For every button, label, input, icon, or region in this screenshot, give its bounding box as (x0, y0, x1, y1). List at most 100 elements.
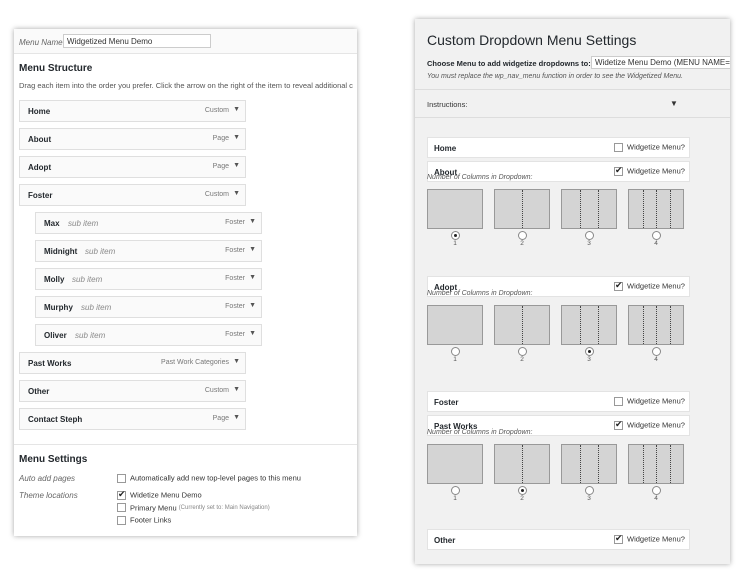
column-layout-preview[interactable] (628, 189, 684, 229)
chevron-down-icon[interactable]: ▼ (249, 274, 256, 281)
column-divider (656, 190, 657, 228)
radio-icon[interactable] (451, 486, 460, 495)
menu-item-type: Page (212, 163, 229, 170)
column-option-4[interactable]: 4 (628, 444, 684, 502)
menu-item-midnight[interactable]: Midnight sub item Foster ▼ (35, 240, 262, 262)
column-layout-preview[interactable] (628, 305, 684, 345)
checkbox-icon[interactable] (117, 473, 126, 483)
widgetize-item-home: Home Widgetize Menu? (427, 137, 690, 158)
chevron-down-icon[interactable]: ▼ (233, 414, 240, 421)
chevron-down-icon[interactable]: ▼ (249, 330, 256, 337)
column-option-1[interactable]: 1 (427, 189, 483, 247)
checkbox-icon[interactable] (117, 489, 126, 500)
column-layout-preview[interactable] (427, 444, 483, 484)
radio-icon[interactable] (451, 347, 460, 356)
menu-item-about[interactable]: About Page ▼ (19, 128, 246, 150)
column-layout-preview[interactable] (427, 305, 483, 345)
column-option-4[interactable]: 4 (628, 189, 684, 247)
column-option-1[interactable]: 1 (427, 444, 483, 502)
widgetize-toggle[interactable]: Widgetize Menu? (614, 165, 685, 176)
theme-location-option[interactable]: Widetize Menu Demo (117, 489, 202, 501)
radio-icon[interactable] (585, 231, 594, 240)
radio-icon[interactable] (518, 347, 527, 356)
chevron-down-icon[interactable]: ▼ (670, 99, 678, 108)
chevron-down-icon[interactable]: ▼ (233, 162, 240, 169)
checkbox-icon[interactable] (614, 142, 623, 152)
menu-item-murphy[interactable]: Murphy sub item Foster ▼ (35, 296, 262, 318)
checkbox-icon[interactable] (614, 396, 623, 406)
menu-item-home[interactable]: Home Custom ▼ (19, 100, 246, 122)
menu-item-molly[interactable]: Molly sub item Foster ▼ (35, 268, 262, 290)
checkbox-icon[interactable] (614, 280, 623, 291)
column-option-3[interactable]: 3 (561, 444, 617, 502)
column-layout-preview[interactable] (494, 189, 550, 229)
menu-item-other[interactable]: Other Custom ▼ (19, 380, 246, 402)
column-layout-preview[interactable] (494, 444, 550, 484)
checkbox-icon[interactable] (117, 515, 126, 525)
chevron-down-icon[interactable]: ▼ (249, 246, 256, 253)
instructions-toggle[interactable]: Instructions: (427, 100, 467, 109)
radio-icon[interactable] (585, 347, 594, 356)
chevron-down-icon[interactable]: ▼ (233, 190, 240, 197)
sub-item-label: sub item (75, 331, 106, 340)
menu-name-input[interactable]: Widgetized Menu Demo (63, 34, 211, 48)
column-number: 4 (654, 356, 658, 363)
column-layout-preview[interactable] (494, 305, 550, 345)
column-option-3[interactable]: 3 (561, 305, 617, 363)
column-option-3[interactable]: 3 (561, 189, 617, 247)
checkbox-icon[interactable] (117, 503, 126, 513)
chevron-down-icon[interactable]: ▼ (233, 106, 240, 113)
radio-icon[interactable] (652, 231, 661, 240)
menu-item-foster[interactable]: Foster Custom ▼ (19, 184, 246, 206)
auto-add-option[interactable]: Automatically add new top-level pages to… (117, 473, 301, 484)
column-layout-preview[interactable] (561, 189, 617, 229)
widgetize-toggle[interactable]: Widgetize Menu? (614, 280, 685, 291)
theme-location-option[interactable]: Footer Links (117, 515, 171, 526)
checkbox-icon[interactable] (614, 165, 623, 176)
auto-add-label: Auto add pages (19, 474, 76, 483)
radio-icon[interactable] (652, 486, 661, 495)
column-layout-preview[interactable] (628, 444, 684, 484)
column-option-1[interactable]: 1 (427, 305, 483, 363)
column-divider (642, 190, 644, 228)
chevron-down-icon[interactable]: ▼ (233, 386, 240, 393)
chevron-down-icon[interactable]: ▼ (249, 302, 256, 309)
menu-item-adopt[interactable]: Adopt Page ▼ (19, 156, 246, 178)
menu-item-type: Custom (204, 387, 229, 394)
menu-structure-title: Menu Structure (19, 63, 93, 74)
widgetize-item-other: Other Widgetize Menu? (427, 529, 690, 550)
column-layout-preview[interactable] (427, 189, 483, 229)
theme-location-option[interactable]: Primary Menu (Currently set to: Main Navi… (117, 503, 270, 514)
checkbox-icon[interactable] (614, 419, 623, 430)
chevron-down-icon[interactable]: ▼ (233, 134, 240, 141)
choose-menu-label: Choose Menu to add widgetize dropdowns t… (427, 59, 591, 68)
menu-editor-panel: Menu Name Widgetized Menu Demo Menu Stru… (14, 29, 357, 536)
chevron-down-icon[interactable]: ▼ (233, 358, 240, 365)
radio-icon[interactable] (585, 486, 594, 495)
menu-item-past-works[interactable]: Past Works Past Work Categories ▼ (19, 352, 246, 374)
column-option-2[interactable]: 2 (494, 444, 550, 502)
widgetize-toggle[interactable]: Widgetize Menu? (614, 533, 685, 544)
auto-add-text: Automatically add new top-level pages to… (130, 473, 301, 483)
column-number: 2 (520, 240, 524, 247)
column-layout-preview[interactable] (561, 305, 617, 345)
column-option-2[interactable]: 2 (494, 189, 550, 247)
column-option-2[interactable]: 2 (494, 305, 550, 363)
menu-item-contact-steph[interactable]: Contact Steph Page ▼ (19, 408, 246, 430)
menu-item-oliver[interactable]: Oliver sub item Foster ▼ (35, 324, 262, 346)
chevron-down-icon[interactable]: ▼ (249, 218, 256, 225)
checkbox-icon[interactable] (614, 533, 623, 544)
widgetize-toggle[interactable]: Widgetize Menu? (614, 396, 685, 406)
column-layout-preview[interactable] (561, 444, 617, 484)
radio-icon[interactable] (518, 486, 527, 495)
widgetize-toggle[interactable]: Widgetize Menu? (614, 419, 685, 430)
radio-icon[interactable] (451, 231, 460, 240)
radio-icon[interactable] (518, 231, 527, 240)
replace-function-note: You must replace the wp_nav_menu functio… (427, 73, 683, 80)
column-option-4[interactable]: 4 (628, 305, 684, 363)
menu-item-max[interactable]: Max sub item Foster ▼ (35, 212, 262, 234)
theme-location-label: Widetize Menu Demo (130, 490, 202, 500)
widgetize-toggle[interactable]: Widgetize Menu? (614, 142, 685, 152)
choose-menu-select[interactable]: Widetize Menu Demo (MENU NAME= (591, 56, 730, 69)
radio-icon[interactable] (652, 347, 661, 356)
